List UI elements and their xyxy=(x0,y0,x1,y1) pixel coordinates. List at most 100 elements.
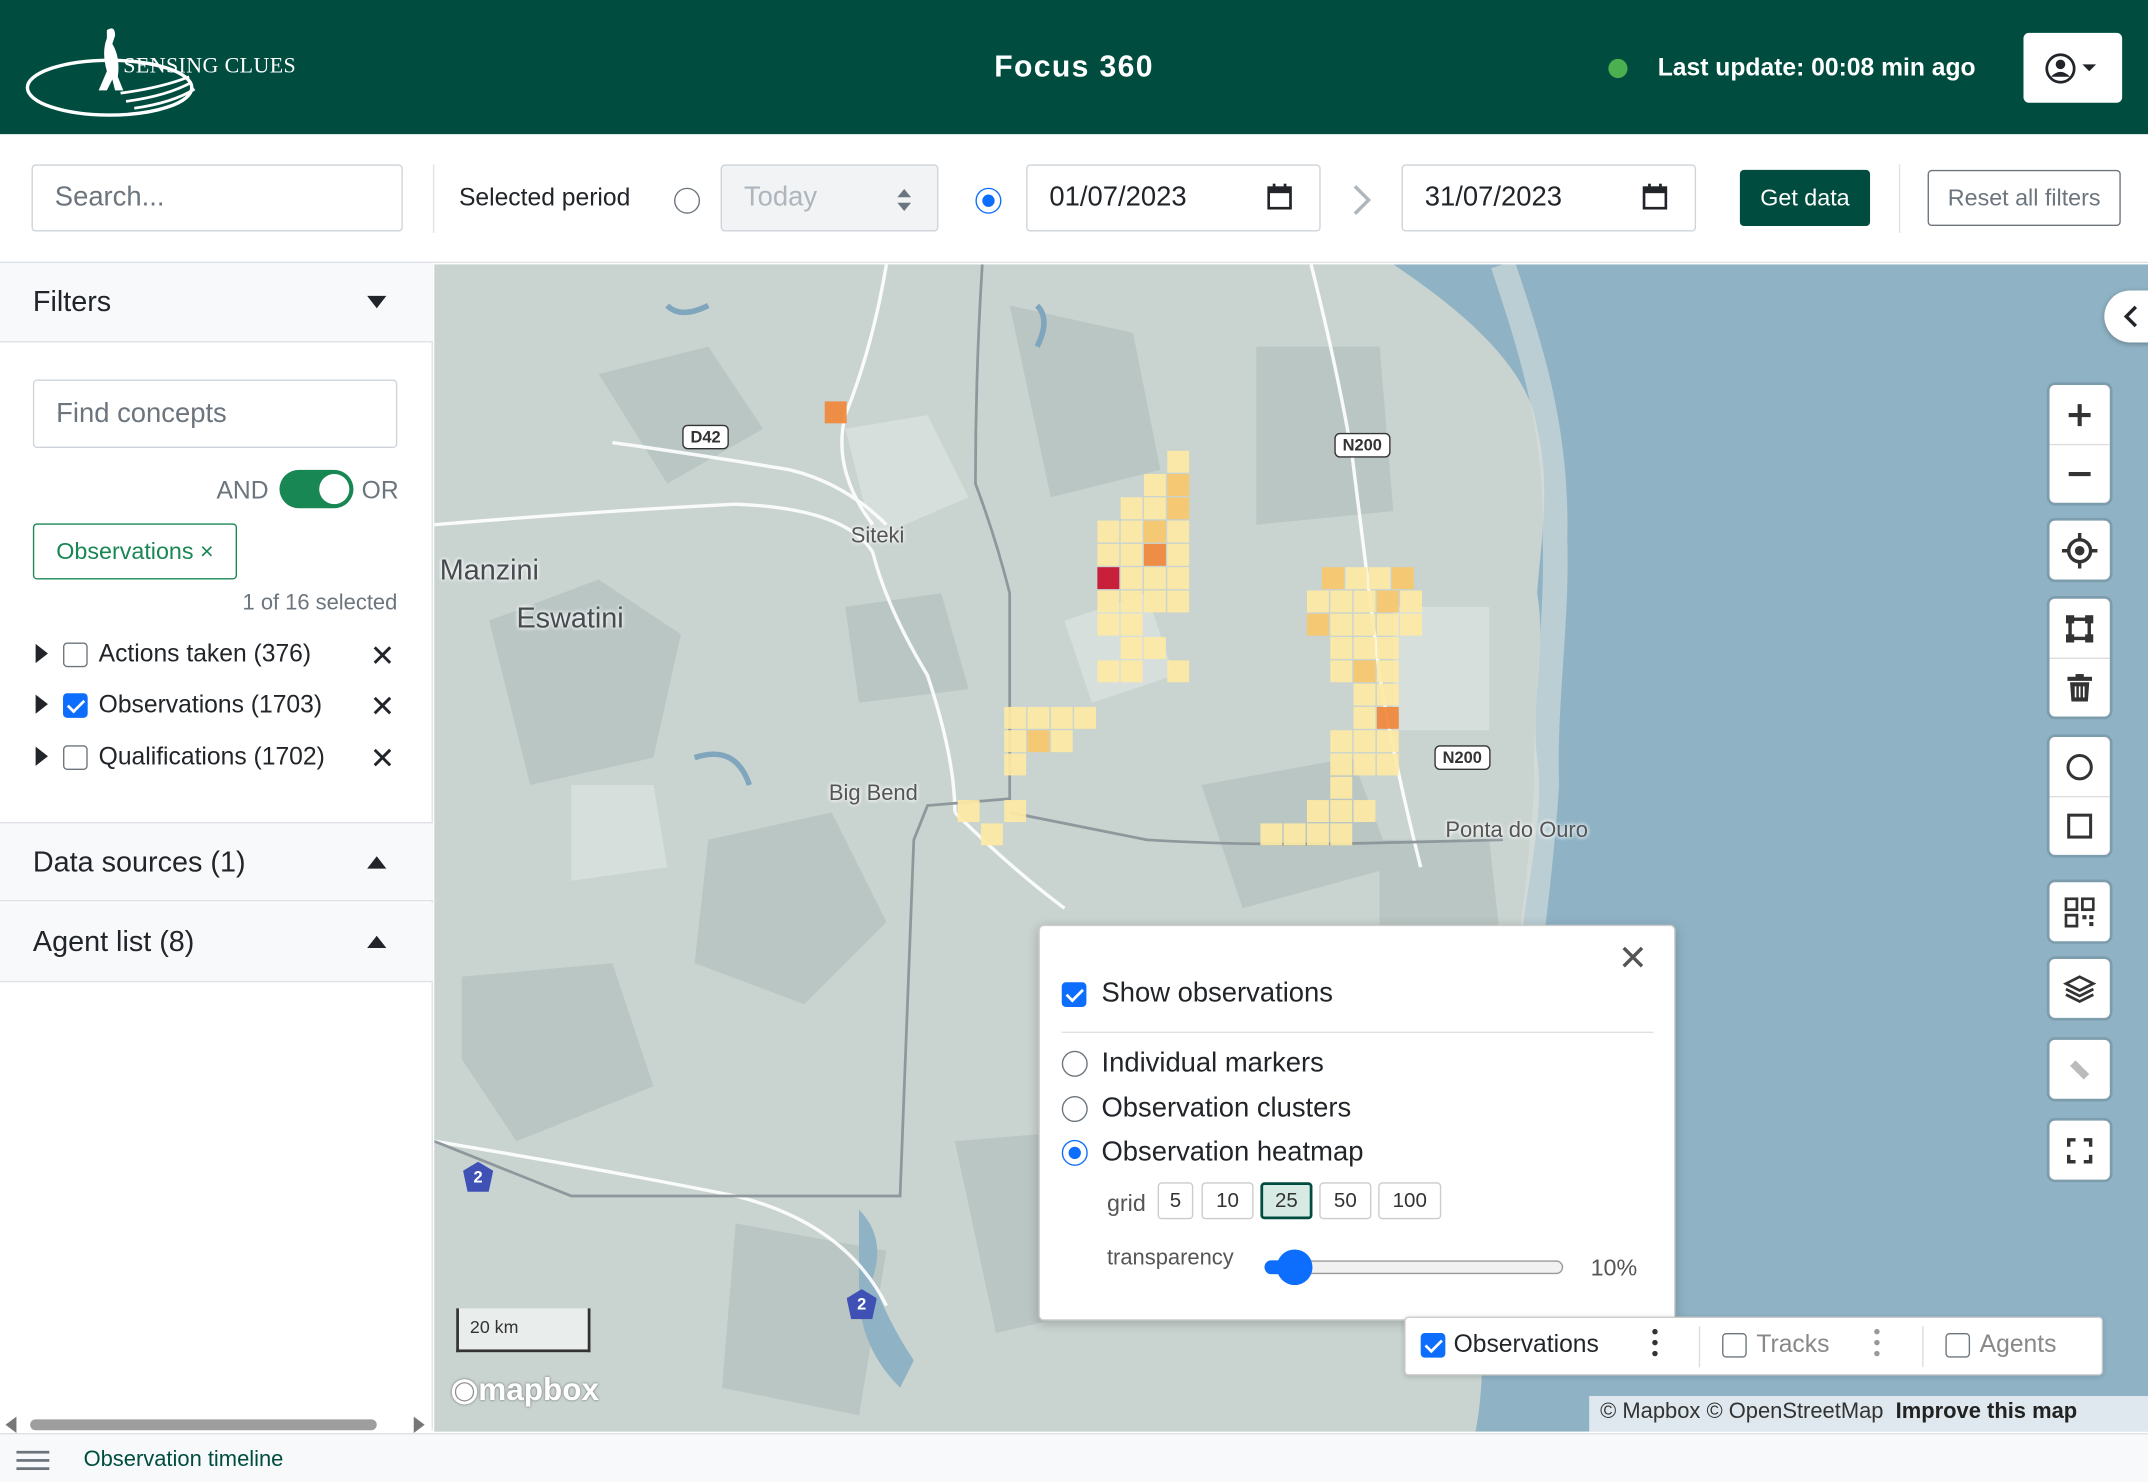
heatmap-cell[interactable] xyxy=(1260,823,1283,846)
locate-me-button[interactable] xyxy=(2050,521,2110,580)
remove-icon[interactable]: ✕ xyxy=(370,741,395,777)
heatmap-cell[interactable] xyxy=(1027,706,1050,729)
hamburger-icon[interactable] xyxy=(16,1450,50,1471)
close-icon[interactable]: ✕ xyxy=(1618,937,1648,979)
heatmap-cell[interactable] xyxy=(1167,543,1190,566)
grid-size-25-button[interactable]: 25 xyxy=(1260,1182,1313,1220)
heatmap-cell[interactable] xyxy=(1376,613,1399,636)
heatmap-cell[interactable] xyxy=(1120,567,1143,590)
heatmap-cell[interactable] xyxy=(1050,706,1073,729)
grid-size-50-button[interactable]: 50 xyxy=(1319,1182,1372,1220)
heatmap-cell[interactable] xyxy=(1167,567,1190,590)
reset-filters-button[interactable]: Reset all filters xyxy=(1927,169,2121,227)
heatmap-cell[interactable] xyxy=(1330,823,1353,846)
heatmap-cell[interactable] xyxy=(1368,567,1391,590)
transparency-slider-handle[interactable] xyxy=(1276,1249,1313,1286)
date-from-input[interactable]: 01/07/2023 xyxy=(1026,164,1321,232)
grid-select-button[interactable] xyxy=(2050,882,2110,941)
heatmap-cell[interactable] xyxy=(1306,823,1329,846)
heatmap-cell[interactable] xyxy=(1120,520,1143,543)
heatmap-cell[interactable] xyxy=(1391,567,1414,590)
collapse-panel-button[interactable] xyxy=(2104,290,2148,343)
heatmap-cell[interactable] xyxy=(1353,590,1376,613)
grid-size-10-button[interactable]: 10 xyxy=(1201,1182,1254,1220)
heatmap-cell[interactable] xyxy=(1120,613,1143,636)
measure-button[interactable] xyxy=(2050,1040,2110,1099)
heatmap-cell[interactable] xyxy=(1120,497,1143,520)
tree-item-qualifications[interactable]: Qualifications (1702) ✕ xyxy=(35,738,406,779)
mapbox-logo[interactable]: ◉mapbox xyxy=(451,1371,599,1408)
heatmap-cell[interactable] xyxy=(1376,706,1399,729)
scroll-right-icon[interactable] xyxy=(413,1416,425,1434)
observations-options-icon[interactable] xyxy=(1652,1328,1658,1359)
heatmap-cell[interactable] xyxy=(1353,800,1376,822)
observations-filter-chip[interactable]: Observations × xyxy=(32,523,238,580)
tracks-layer-checkbox[interactable] xyxy=(1722,1333,1747,1358)
calendar-icon[interactable] xyxy=(1267,183,1292,210)
heatmap-cell[interactable] xyxy=(1376,730,1399,753)
heatmap-cell[interactable] xyxy=(1283,823,1306,846)
heatmap-cell[interactable] xyxy=(1143,543,1166,566)
heatmap-cell[interactable] xyxy=(1167,474,1190,496)
heatmap-cell[interactable] xyxy=(1004,800,1027,822)
heatmap-cell[interactable] xyxy=(1004,706,1027,729)
individual-markers-radio[interactable] xyxy=(1061,1050,1088,1077)
heatmap-cell[interactable] xyxy=(1167,497,1190,520)
agents-layer-checkbox[interactable] xyxy=(1945,1333,1971,1358)
date-to-input[interactable]: 31/07/2023 xyxy=(1401,164,1697,232)
timeline-bar[interactable]: Observation timeline xyxy=(0,1433,2148,1482)
grid-size-5-button[interactable]: 5 xyxy=(1157,1182,1194,1220)
heatmap-cell[interactable] xyxy=(1400,590,1423,613)
heatmap-cell[interactable] xyxy=(1050,730,1073,753)
calendar-icon[interactable] xyxy=(1642,183,1668,210)
heatmap-cell[interactable] xyxy=(1353,683,1376,706)
heatmap-cell[interactable] xyxy=(1322,567,1344,590)
draw-polygon-button[interactable] xyxy=(2050,599,2110,658)
heatmap-cell[interactable] xyxy=(1376,637,1399,659)
data-sources-section-header[interactable]: Data sources (1) xyxy=(0,822,433,902)
heatmap-cell[interactable] xyxy=(1353,706,1376,729)
observation-clusters-radio[interactable] xyxy=(1061,1096,1088,1123)
heatmap-cell[interactable] xyxy=(1143,637,1166,659)
heatmap-cell[interactable] xyxy=(1167,660,1190,683)
heatmap-cell[interactable] xyxy=(1345,567,1368,590)
today-select[interactable]: Today xyxy=(720,164,939,232)
heatmap-cell[interactable] xyxy=(1353,753,1376,776)
heatmap-cell[interactable] xyxy=(824,401,847,424)
observations-checkbox[interactable] xyxy=(63,693,88,718)
heatmap-cell[interactable] xyxy=(1027,730,1050,753)
heatmap-cell[interactable] xyxy=(1143,567,1166,590)
period-today-radio[interactable] xyxy=(674,187,701,214)
caret-right-icon[interactable] xyxy=(35,694,48,714)
delete-drawing-button[interactable] xyxy=(2049,657,2110,717)
attribution-text[interactable]: © Mapbox © OpenStreetMap xyxy=(1600,1400,1883,1423)
heatmap-cell[interactable] xyxy=(1376,683,1399,706)
draw-rectangle-button[interactable] xyxy=(2049,795,2110,855)
heatmap-cell[interactable] xyxy=(1376,660,1399,683)
tracks-options-icon[interactable] xyxy=(1874,1328,1880,1359)
heatmap-cell[interactable] xyxy=(1120,660,1143,683)
heatmap-cell[interactable] xyxy=(1097,613,1120,636)
find-concepts-input[interactable]: Find concepts xyxy=(32,379,398,448)
qualifications-checkbox[interactable] xyxy=(63,745,88,770)
tree-item-actions-taken[interactable]: Actions taken (376) ✕ xyxy=(35,636,406,677)
heatmap-cell[interactable] xyxy=(1353,637,1376,659)
heatmap-cell[interactable] xyxy=(1004,753,1027,776)
heatmap-cell[interactable] xyxy=(1306,800,1329,822)
heatmap-cell[interactable] xyxy=(1167,450,1190,473)
observations-layer-checkbox[interactable] xyxy=(1420,1333,1446,1358)
zoom-in-button[interactable] xyxy=(2050,385,2110,444)
observation-heatmap-radio[interactable] xyxy=(1061,1139,1088,1166)
heatmap-cell[interactable] xyxy=(957,800,980,822)
heatmap-cell[interactable] xyxy=(1353,613,1376,636)
heatmap-cell[interactable] xyxy=(1400,613,1423,636)
heatmap-cell[interactable] xyxy=(1097,660,1120,683)
heatmap-cell[interactable] xyxy=(1097,567,1120,590)
heatmap-cell[interactable] xyxy=(1120,637,1143,659)
period-range-radio[interactable] xyxy=(975,187,1002,214)
heatmap-cell[interactable] xyxy=(1330,613,1353,636)
heatmap-cell[interactable] xyxy=(1353,730,1376,753)
heatmap-cell[interactable] xyxy=(1143,497,1166,520)
heatmap-cell[interactable] xyxy=(1330,730,1353,753)
search-input[interactable]: Search... xyxy=(31,164,403,232)
